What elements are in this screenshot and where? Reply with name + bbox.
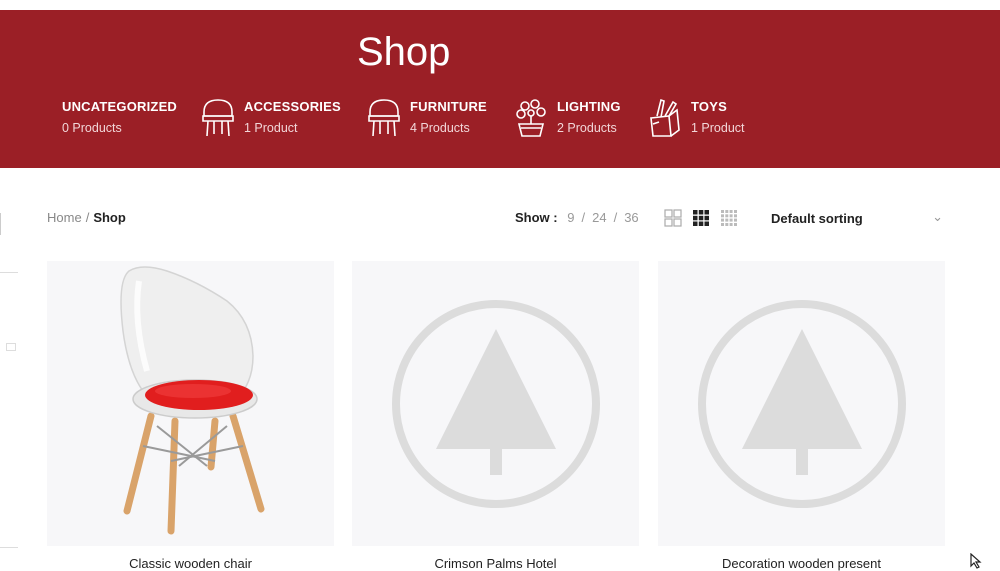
breadcrumb-current: Shop [93,210,126,225]
grid-2-columns-icon[interactable] [664,209,682,227]
product-card[interactable] [352,261,639,546]
grid-3-columns-icon[interactable] [692,209,710,227]
show-option-36[interactable]: 36 [624,210,638,225]
sidebar-checkbox[interactable] [6,343,16,351]
chair-icon [368,99,400,137]
sort-select[interactable]: Default sorting ⌄ [771,209,945,226]
product-card[interactable] [47,261,334,546]
show-separator: / [581,210,586,225]
top-strip [0,0,1000,10]
show-separator: / [613,210,618,225]
breadcrumb-home-link[interactable]: Home [47,210,82,225]
product-card[interactable] [658,261,945,546]
toys-icon [650,98,680,137]
breadcrumb-separator: / [85,210,90,225]
category-count: 0 Products [62,121,122,135]
product-title[interactable]: Decoration wooden present [658,556,945,571]
plant-icon [516,99,546,137]
show-option-9[interactable]: 9 [567,210,574,225]
sort-label: Default sorting [771,211,863,226]
grid-4-columns-icon[interactable] [720,209,738,227]
category-count: 1 Product [244,121,298,135]
category-name: UNCATEGORIZED [62,99,178,114]
show-label: Show : [515,210,558,225]
category-uncategorized[interactable]: UNCATEGORIZED 0 Products [62,98,177,137]
category-name: LIGHTING [557,99,621,114]
category-toys[interactable]: TOYS 1 Product [647,98,745,138]
category-count: 2 Products [557,121,617,135]
chair-icon [202,99,234,137]
category-accessories[interactable]: ACCESSORIES 1 Product [200,98,341,138]
sidebar-edge [0,213,1,235]
shop-hero: Shop UNCATEGORIZED 0 Products ACCESSORIE… [0,10,1000,168]
sidebar-divider [0,272,18,273]
page-title: Shop [357,30,451,74]
products-per-page: Show : 9 / 24 / 36 [515,210,639,225]
category-name: FURNITURE [410,99,487,114]
sidebar-divider [0,547,18,548]
category-lighting[interactable]: LIGHTING 2 Products [513,98,621,138]
category-furniture[interactable]: FURNITURE 4 Products [366,98,487,138]
chevron-down-icon: ⌄ [932,209,943,224]
breadcrumb: Home / Shop [47,210,126,225]
placeholder-tree-icon [658,261,945,546]
product-image-chair [47,261,334,546]
show-option-24[interactable]: 24 [592,210,606,225]
category-name: ACCESSORIES [244,99,341,114]
mouse-cursor-icon [970,553,982,569]
product-title[interactable]: Crimson Palms Hotel [352,556,639,571]
category-name: TOYS [691,99,727,114]
category-count: 1 Product [691,121,745,135]
category-count: 4 Products [410,121,470,135]
product-title[interactable]: Classic wooden chair [47,556,334,571]
placeholder-tree-icon [352,261,639,546]
